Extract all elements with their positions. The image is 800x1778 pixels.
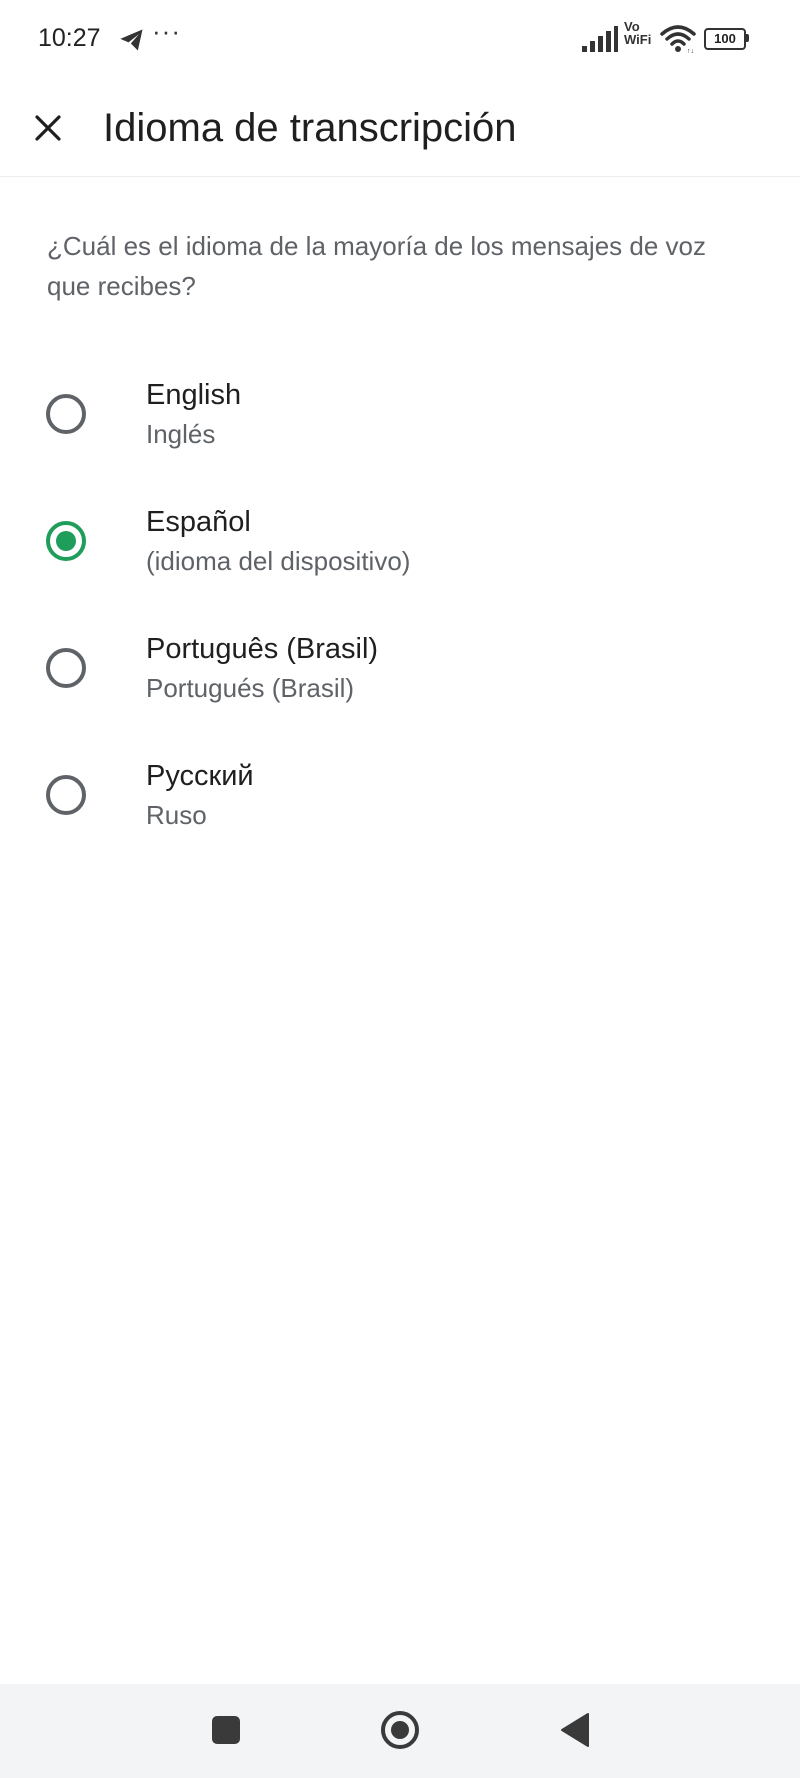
telegram-icon <box>120 29 143 51</box>
page-title: Idioma de transcripción <box>103 106 517 150</box>
radio-button-selected[interactable] <box>46 521 86 561</box>
status-bar: 10:27 ··· Vo WiFi ↑↓ 100 <box>0 0 800 80</box>
option-sublabel: Ruso <box>146 800 207 830</box>
language-option-russian[interactable]: Русский Ruso <box>0 743 800 870</box>
language-option-english[interactable]: English Inglés <box>0 362 800 489</box>
more-notifications-icon: ··· <box>152 16 181 46</box>
recents-icon[interactable] <box>212 1716 240 1744</box>
battery-level: 100 <box>704 28 746 50</box>
option-label: English <box>146 379 242 411</box>
option-sublabel: Inglés <box>146 419 216 449</box>
question-text: ¿Cuál es el idioma de la mayoría de los … <box>47 231 706 301</box>
vowifi-icon: Vo WiFi <box>624 20 651 46</box>
wifi-icon: ↑↓ <box>660 25 696 54</box>
status-time: 10:27 <box>38 24 101 52</box>
option-label: Русский <box>146 760 254 792</box>
close-button[interactable] <box>22 102 74 154</box>
signal-icon <box>582 26 618 52</box>
vowifi-wifi-text: WiFi <box>624 32 652 47</box>
system-nav-bar <box>0 1684 800 1778</box>
home-icon[interactable] <box>381 1711 419 1749</box>
svg-text:↑↓: ↑↓ <box>687 48 694 54</box>
option-label: Español <box>146 506 251 538</box>
close-icon <box>35 115 61 141</box>
radio-button[interactable] <box>46 394 86 434</box>
option-sublabel: (idioma del dispositivo) <box>146 546 411 576</box>
battery-icon: 100 <box>704 28 750 50</box>
back-icon[interactable] <box>560 1712 590 1748</box>
option-label: Português (Brasil) <box>146 633 379 665</box>
language-options-list: English Inglés Español (idioma del dispo… <box>0 362 800 870</box>
radio-button[interactable] <box>46 648 86 688</box>
radio-button[interactable] <box>46 775 86 815</box>
battery-tip <box>746 34 749 42</box>
app-bar: Idioma de transcripción <box>0 80 800 177</box>
option-sublabel: Portugués (Brasil) <box>146 673 355 703</box>
language-option-spanish[interactable]: Español (idioma del dispositivo) <box>0 489 800 616</box>
language-option-portuguese[interactable]: Português (Brasil) Portugués (Brasil) <box>0 616 800 743</box>
